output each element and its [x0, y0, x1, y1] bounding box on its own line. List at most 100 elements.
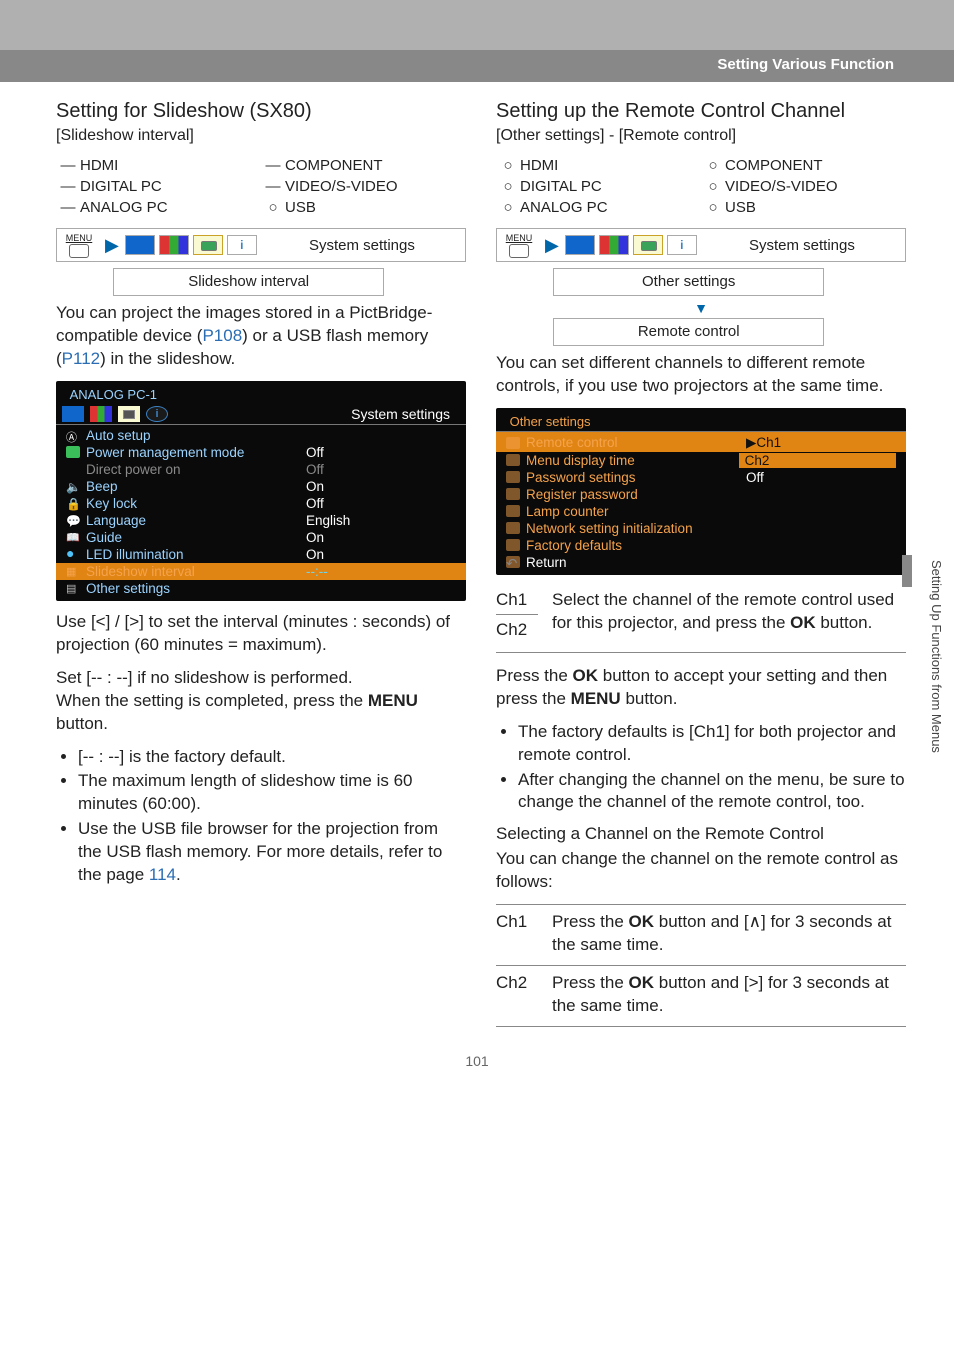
bullet-item: [-- : --] is the factory default. [78, 746, 466, 769]
chevron-down-icon: ▼ [496, 300, 906, 316]
osd-row: ▤Other settings [56, 580, 466, 597]
right-section-title: Setting up the Remote Control Channel [496, 100, 906, 123]
network-icon [506, 522, 520, 534]
osd-row: ⒶAuto setup [56, 424, 466, 444]
left-body-4: When the setting is completed, press the… [56, 690, 466, 736]
left-body-1: You can project the images stored in a P… [56, 302, 466, 371]
circle-icon: ○ [701, 157, 725, 174]
osd-row-selected: ▦Slideshow interval--:-- [56, 563, 466, 580]
register-password-icon [506, 488, 520, 500]
input-analog-pc: ANALOG PC [80, 199, 168, 216]
tab-color-icon [159, 235, 189, 255]
breadcrumb-remote-control: Remote control [553, 318, 824, 346]
circle-icon: ○ [496, 157, 520, 174]
osd-left-header: ANALOG PC-1 [56, 385, 466, 404]
dash-icon: — [56, 178, 80, 195]
led-icon: ● [66, 548, 80, 560]
ch1-instruction: Press the OK button and [∧] for 3 sec­on… [552, 911, 906, 957]
dash-icon: — [261, 157, 285, 174]
channel-desc-table: Ch1 Ch2 Select the channel of the remote… [496, 585, 906, 653]
circle-icon: ○ [261, 199, 285, 216]
osd-row: Factory defaults [496, 537, 906, 554]
bullet-item: Use the USB file browser for the projec­… [78, 818, 466, 887]
ch2-label: Ch2 [496, 619, 538, 644]
link-p108[interactable]: P108 [202, 326, 242, 345]
chevron-right-icon: ▶ [101, 235, 123, 256]
osd-row: ●LED illuminationOn [56, 546, 466, 563]
right-body-3: You can change the channel on the remote… [496, 848, 906, 894]
subsection-title: Selecting a Channel on the Remote Con­tr… [496, 824, 906, 844]
left-bullets: [-- : --] is the factory default. The ma… [56, 746, 466, 888]
input-digital-pc: DIGITAL PC [80, 178, 162, 195]
input-component: COMPONENT [725, 157, 823, 174]
tab-system-icon [193, 235, 223, 255]
osd-screenshot-right: Other settings Remote control▶Ch1 Menu d… [496, 408, 906, 575]
left-nav-strip: MENU ▶ System settings [56, 228, 466, 262]
input-video-svideo: VIDEO/S-VIDEO [285, 178, 398, 195]
lock-icon: 🔒 [66, 497, 80, 509]
menu-button-icon: MENU [57, 233, 101, 258]
menu-button-icon: MENU [497, 233, 541, 258]
left-body-2: Use [<] / [>] to set the interval (minut… [56, 611, 466, 657]
link-p112[interactable]: P112 [62, 349, 100, 368]
ch2-instruction: Press the OK button and [>] for 3 sec­on… [552, 972, 906, 1018]
right-subtitle: [Other settings] - [Remote control] [496, 127, 906, 145]
tab-info-icon [227, 235, 257, 255]
left-section-title: Setting for Slideshow (SX80) [56, 100, 466, 123]
lamp-icon [506, 505, 520, 517]
osd-tab-color-icon [90, 406, 112, 422]
link-114[interactable]: 114 [149, 865, 176, 884]
channel-desc: Select the channel of the remote control… [552, 589, 906, 644]
input-hdmi: HDMI [80, 157, 118, 174]
osd-row: 📖GuideOn [56, 529, 466, 546]
header-title: Setting Various Function [717, 56, 894, 73]
left-subtitle: [Slideshow interval] [56, 127, 466, 145]
return-icon: ↶ [506, 556, 520, 568]
auto-setup-icon: Ⓐ [66, 429, 80, 441]
ch1-label: Ch1 [496, 589, 538, 615]
right-input-list: ○HDMI ○COMPONENT ○DIGITAL PC ○VIDEO/S-VI… [496, 155, 906, 218]
bullet-item: The maximum length of slideshow time is … [78, 770, 466, 816]
right-body-2: Press the OK button to accept your setti… [496, 665, 906, 711]
header-bar: Setting Various Function [0, 50, 954, 82]
bullet-item: After changing the channel on the menu, … [518, 769, 906, 815]
power-mgmt-icon [66, 446, 80, 458]
osd-row: 🔒Key lockOff [56, 495, 466, 512]
right-body-1: You can set different channels to differ… [496, 352, 906, 398]
tab-info-icon [667, 235, 697, 255]
osd-row: Power management modeOff [56, 444, 466, 461]
osd-tab-system-icon [118, 406, 140, 422]
nav-label: System settings [259, 237, 465, 254]
tab-color-icon [599, 235, 629, 255]
osd-row: Password settingsOff [496, 469, 906, 486]
speaker-icon: 🔈 [66, 480, 80, 492]
tab-image-icon [125, 235, 155, 255]
remote-control-icon [506, 437, 520, 449]
nav-label: System settings [699, 237, 905, 254]
menu-time-icon [506, 454, 520, 466]
left-column: Setting for Slideshow (SX80) [Slideshow … [56, 100, 466, 1027]
osd-row: ↶Return [496, 554, 906, 571]
password-icon [506, 471, 520, 483]
side-tab-indicator [902, 555, 912, 587]
circle-icon: ○ [701, 199, 725, 216]
osd-row: Menu display timeCh2 [496, 452, 906, 469]
input-usb: USB [285, 199, 316, 216]
osd-row: Direct power onOff [56, 461, 466, 478]
input-component: COMPONENT [285, 157, 383, 174]
tab-icons [563, 233, 699, 257]
circle-icon: ○ [496, 178, 520, 195]
osd-right-header: Other settings [496, 412, 906, 431]
input-video-svideo: VIDEO/S-VIDEO [725, 178, 838, 195]
right-bullets: The factory defaults is [Ch1] for both p… [496, 721, 906, 815]
osd-tab-image-icon [62, 406, 84, 422]
circle-icon: ○ [701, 178, 725, 195]
direct-power-icon [66, 463, 80, 475]
osd-screenshot-left: ANALOG PC-1 System settings ⒶAuto setup … [56, 381, 466, 601]
tab-image-icon [565, 235, 595, 255]
circle-icon: ○ [496, 199, 520, 216]
input-hdmi: HDMI [520, 157, 558, 174]
tab-system-icon [633, 235, 663, 255]
slideshow-icon: ▦ [66, 565, 80, 577]
input-digital-pc: DIGITAL PC [520, 178, 602, 195]
